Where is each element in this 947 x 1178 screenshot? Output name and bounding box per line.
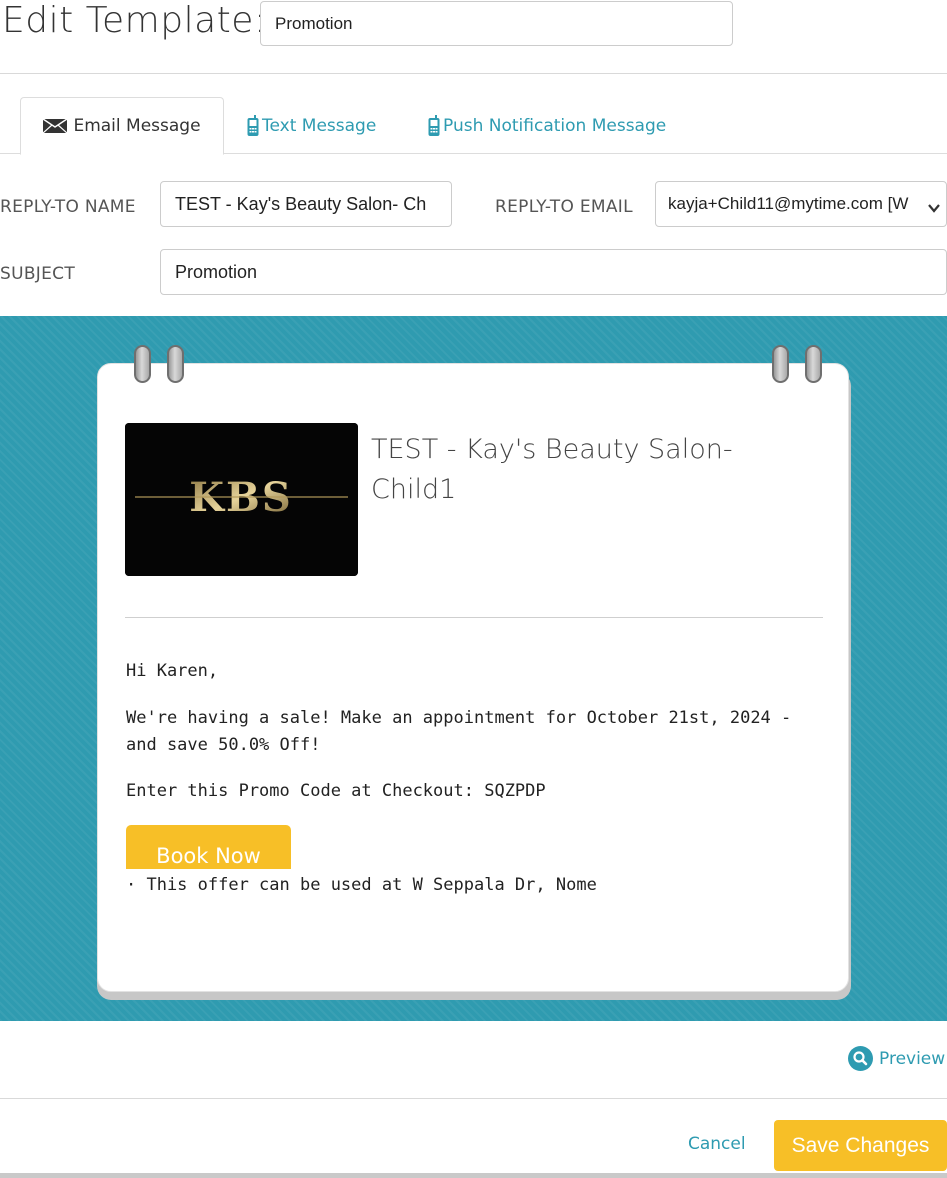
cancel-button[interactable]: Cancel <box>688 1134 746 1154</box>
subject-input[interactable] <box>160 249 947 295</box>
preview-label: Preview <box>879 1048 946 1069</box>
tab-email-message[interactable]: Email Message <box>20 97 224 155</box>
binder-ring-icon <box>805 345 822 383</box>
tab-push-label: Push Notification Message <box>443 115 667 136</box>
greeting-text: Hi Karen, <box>126 661 219 681</box>
book-now-button[interactable]: Book Now <box>126 825 291 869</box>
tab-push-notification[interactable]: Push Notification Message <box>428 97 666 154</box>
chevron-down-icon <box>928 198 940 218</box>
tab-text-message[interactable]: Text Message <box>247 97 376 154</box>
binder-ring-icon <box>134 345 151 383</box>
page-header: Edit Template: <box>0 0 947 74</box>
reply-to-email-value: kayja+Child11@mytime.com [W <box>668 194 909 213</box>
phone-icon <box>247 114 259 137</box>
bottom-scrollbar <box>0 1173 947 1178</box>
page-title: Edit Template: <box>2 0 267 41</box>
preview-link[interactable]: Preview <box>848 1046 945 1071</box>
phone-icon <box>428 114 440 137</box>
search-icon <box>848 1046 873 1071</box>
tab-email-label: Email Message <box>73 116 201 136</box>
promo-code-text: Enter this Promo Code at Checkout: SQZPD… <box>126 781 546 801</box>
footer-divider <box>0 1098 947 1099</box>
template-name-input[interactable] <box>260 1 733 46</box>
business-logo: KBS <box>125 423 358 576</box>
message-tabs: Email Message Text Message Push Notifica… <box>0 97 947 155</box>
reply-to-name-input[interactable] <box>160 181 452 227</box>
binder-ring-icon <box>167 345 184 383</box>
tab-text-label: Text Message <box>262 115 377 136</box>
card-divider <box>125 617 823 618</box>
envelope-icon <box>43 119 68 133</box>
sale-text: We're having a sale! Make an appointment… <box>126 708 792 755</box>
reply-to-email-label: REPLY-TO EMAIL <box>495 197 633 217</box>
save-changes-button[interactable]: Save Changes <box>774 1120 947 1171</box>
binder-ring-icon <box>772 345 789 383</box>
location-note: · This offer can be used at W Seppala Dr… <box>126 875 597 895</box>
subject-label: SUBJECT <box>0 264 76 284</box>
business-name: TEST - Kay's Beauty Salon- Child1 <box>371 434 733 505</box>
reply-to-name-label: REPLY-TO NAME <box>0 197 136 217</box>
reply-to-email-select[interactable]: kayja+Child11@mytime.com [W <box>655 181 947 227</box>
